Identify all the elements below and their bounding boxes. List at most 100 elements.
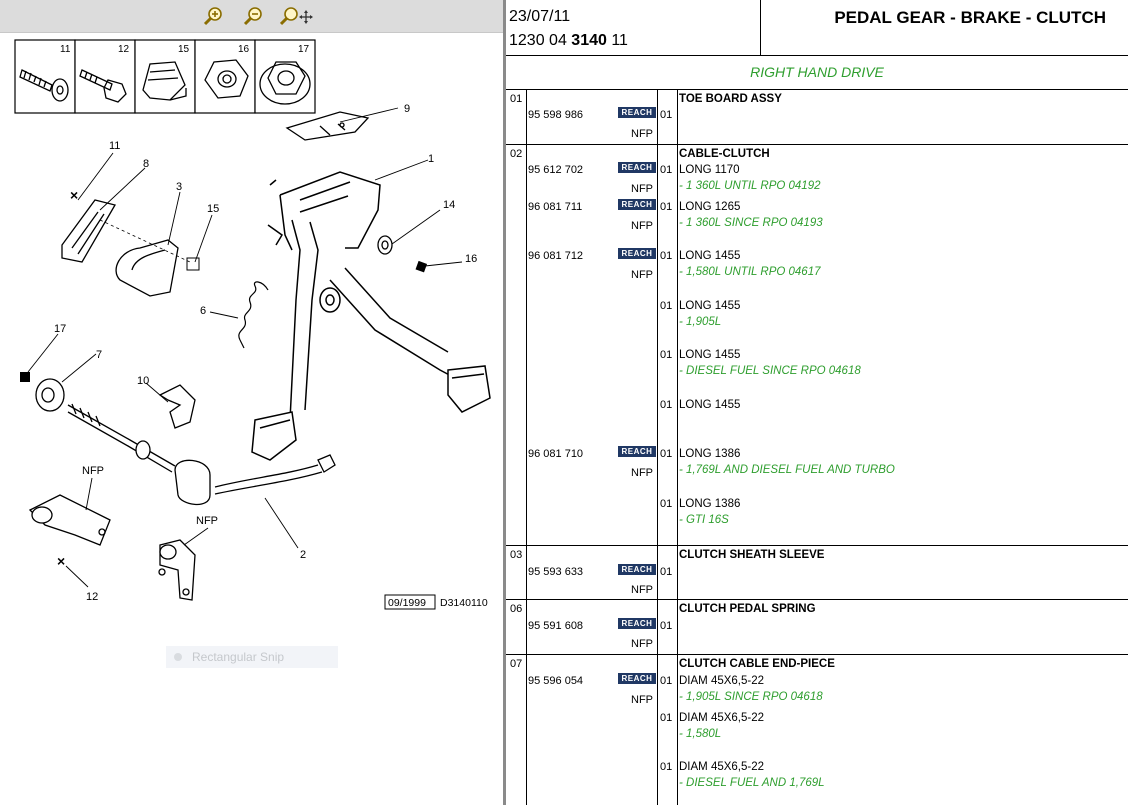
diagram-ref-code: D3140110 (440, 597, 488, 609)
callout-16: 16 (465, 253, 477, 265)
nfp-label: NFP (631, 183, 653, 195)
variant-desc: DIAM 45X6,5-22 (679, 712, 765, 724)
section-07: 07 CLUTCH CABLE END-PIECE 95 596 054 REA… (506, 655, 1128, 805)
page-title: PEDAL GEAR - BRAKE - CLUTCH (834, 8, 1106, 27)
variant-desc: LONG 1455 (679, 300, 741, 312)
nfp-label: NFP (631, 638, 653, 650)
variant-note: - DIESEL FUEL AND 1,769L (679, 777, 825, 789)
nut-16-marker (415, 260, 428, 273)
callout-15: 15 (207, 203, 219, 215)
section-number: 06 (510, 603, 523, 615)
reach-badge: REACH (618, 107, 656, 118)
variant-note: - DIESEL FUEL SINCE RPO 04618 (679, 365, 861, 377)
part-number[interactable]: 96 081 710 (528, 448, 583, 460)
quantity: 01 (660, 399, 673, 411)
clutch-cable-part (67, 403, 336, 506)
callout-11: 11 (109, 140, 120, 152)
nfp-callout-b: NFP (196, 515, 218, 527)
nfp-label: NFP (631, 269, 653, 281)
nfp-label: NFP (631, 220, 653, 232)
nfp-bracket-b (158, 539, 196, 601)
section-number: 03 (510, 549, 523, 561)
nfp-label: NFP (631, 694, 653, 706)
variant-note: - 1,905L (679, 316, 722, 328)
callout-3: 3 (176, 181, 182, 193)
leader-lines (27, 107, 463, 588)
thumb-label-17: 17 (298, 44, 310, 55)
quantity: 01 (660, 761, 673, 773)
drive-label: RIGHT HAND DRIVE (506, 56, 1128, 90)
callout-7: 7 (96, 349, 102, 361)
quantity: 01 (660, 201, 673, 213)
part-number[interactable]: 95 593 633 (528, 566, 583, 578)
ref-bold: 3140 (571, 32, 607, 49)
cross-marker: × (70, 187, 78, 203)
variant-desc: LONG 1455 (679, 250, 741, 262)
quantity: 01 (660, 712, 673, 724)
nut-17-marker (20, 372, 30, 382)
variant-note: - 1 360L SINCE RPO 04193 (679, 217, 823, 229)
diagram-toolbar (0, 0, 503, 33)
reach-badge: REACH (618, 248, 656, 259)
part-number[interactable]: 96 081 712 (528, 250, 583, 262)
variant-note: - 1,580L UNTIL RPO 04617 (679, 266, 821, 278)
callout-10: 10 (137, 375, 149, 387)
zoom-out-button[interactable] (243, 5, 265, 27)
snip-icon (174, 653, 182, 661)
variant-desc: DIAM 45X6,5-22 (679, 675, 765, 687)
variant-desc: LONG 1170 (679, 164, 740, 176)
axis-line (99, 219, 191, 263)
part-number[interactable]: 95 591 608 (528, 620, 583, 632)
quantity: 01 (660, 498, 673, 510)
end-piece-part (35, 378, 65, 412)
nfp-callout-a: NFP (82, 465, 104, 477)
thumb-label-15: 15 (178, 44, 190, 55)
variant-desc: DIAM 45X6,5-22 (679, 761, 765, 773)
thumb-label-11: 11 (60, 44, 71, 55)
variant-desc: LONG 1455 (679, 399, 741, 411)
header-meta: 23/07/11 1230 04 3140 11 (506, 0, 761, 56)
rectangular-snip-overlay[interactable]: Rectangular Snip (166, 646, 338, 668)
quantity: 01 (660, 620, 673, 632)
variant-desc: LONG 1386 (679, 498, 741, 510)
exploded-diagram: 11 1 2 15 16 17 × × 1 2 3 6 7 8 9 10 11 1… (14, 39, 491, 610)
nfp-bracket-a (28, 494, 111, 546)
part-number[interactable]: 95 596 054 (528, 675, 583, 687)
section-01: 01 TOE BOARD ASSY 95 598 986 REACH 01 NF… (506, 90, 1128, 145)
variant-note: - 1,580L (679, 728, 722, 740)
zoom-pan-icon (280, 7, 313, 26)
quantity: 01 (660, 300, 673, 312)
callout-2: 2 (300, 549, 306, 561)
zoom-in-button[interactable] (203, 5, 225, 27)
quantity: 01 (660, 675, 673, 687)
variant-desc: LONG 1455 (679, 349, 741, 361)
pedal-assembly (251, 171, 491, 461)
parts-list-pane: 23/07/11 1230 04 3140 11 PEDAL GEAR - BR… (506, 0, 1128, 805)
section-title: TOE BOARD ASSY (679, 93, 782, 105)
callout-1: 1 (428, 153, 434, 165)
clip-part (158, 384, 196, 429)
washer-part (377, 235, 393, 255)
quantity: 01 (660, 349, 673, 361)
zoom-out-icon (243, 7, 262, 26)
header-title-cell: PEDAL GEAR - BRAKE - CLUTCH (761, 0, 1128, 56)
zoom-pan-button[interactable] (280, 5, 314, 27)
reach-badge: REACH (618, 673, 656, 684)
part-number[interactable]: 96 081 711 (528, 201, 582, 213)
snip-label: Rectangular Snip (192, 650, 285, 664)
variant-note: - 1 360L UNTIL RPO 04192 (679, 180, 821, 192)
reach-badge: REACH (618, 446, 656, 457)
callout-17: 17 (54, 323, 66, 335)
section-02: 02 CABLE-CLUTCH 95 612 702 REACH NFP 96 … (506, 145, 1128, 546)
variant-desc: LONG 1265 (679, 201, 741, 213)
quantity: 01 (660, 164, 673, 176)
part-number[interactable]: 95 598 986 (528, 109, 583, 121)
section-06: 06 CLUTCH PEDAL SPRING 95 591 608 REACH … (506, 600, 1128, 655)
part-number[interactable]: 95 612 702 (528, 164, 583, 176)
diagram-pane: 11 1 2 15 16 17 × × 1 2 3 6 7 8 9 10 11 1… (0, 0, 503, 805)
clip-15-marker (186, 257, 200, 271)
date-stamp: 09/1999 (388, 597, 426, 609)
quantity: 01 (660, 448, 673, 460)
cross-marker: × (57, 553, 65, 569)
toe-board-part (285, 111, 370, 141)
